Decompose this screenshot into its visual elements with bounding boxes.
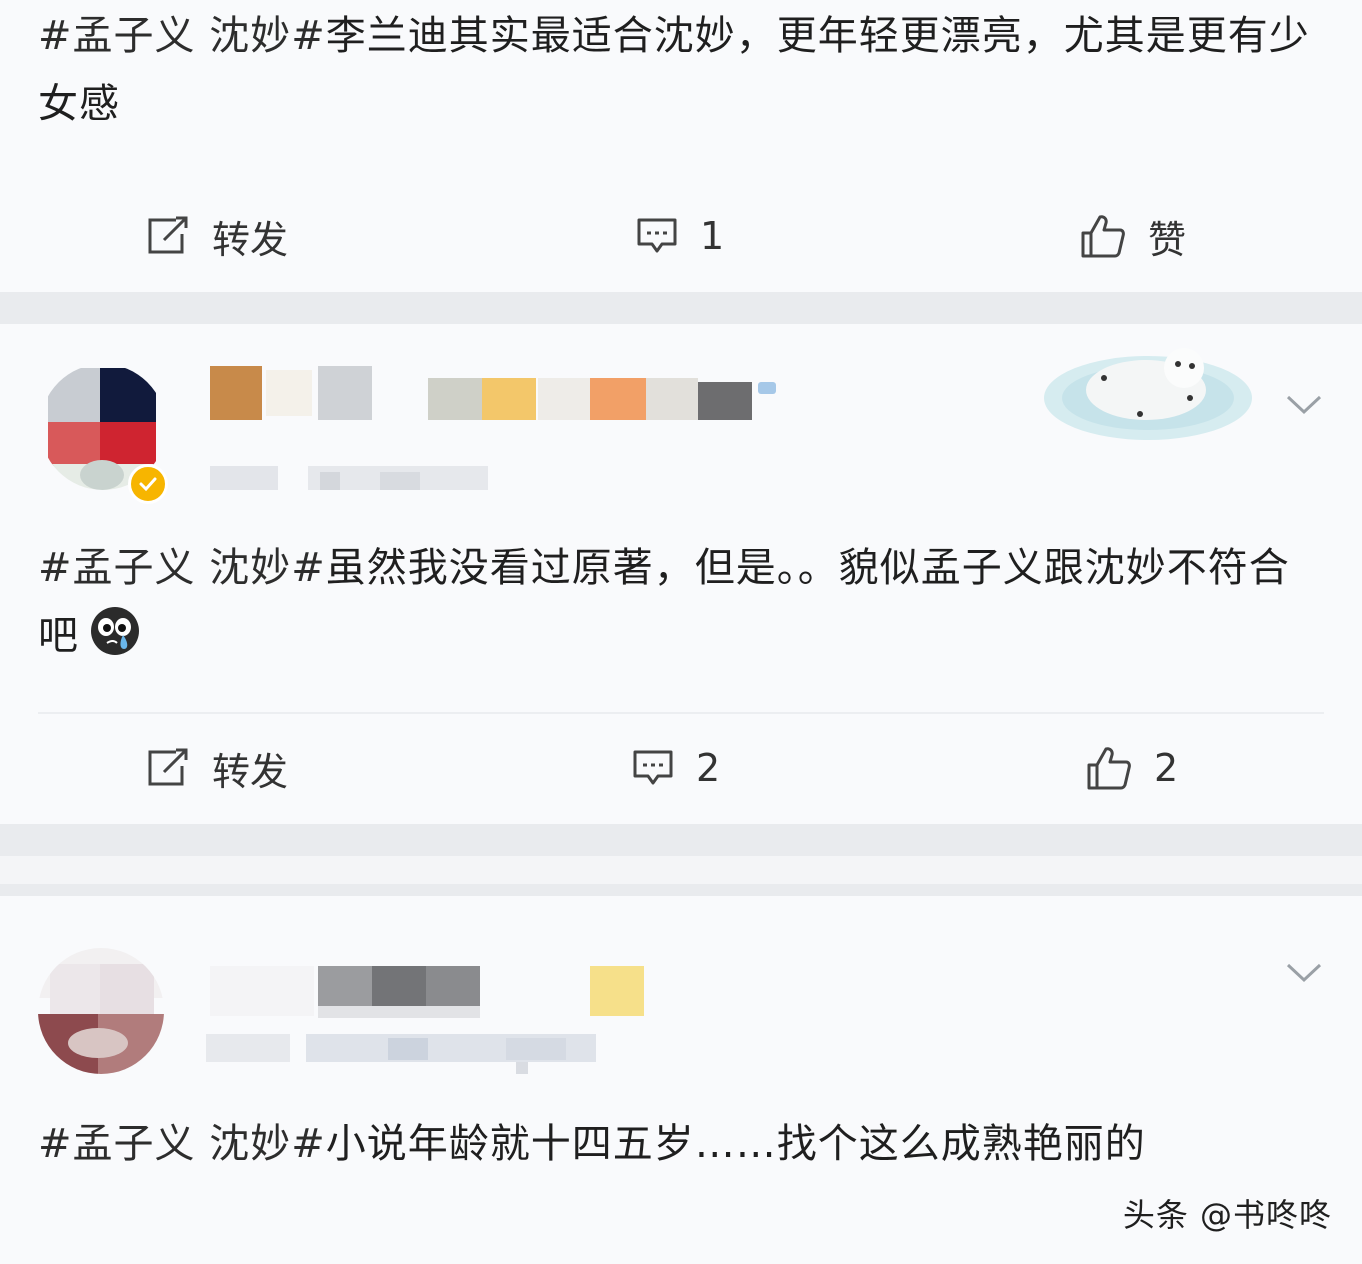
comment-count: 1 (700, 214, 725, 258)
topic-link[interactable]: #孟子义 沈妙# (38, 13, 326, 59)
comment-button[interactable]: 1 (636, 206, 724, 266)
repost-label: 转发 (212, 217, 289, 262)
spacer-strip (0, 856, 1362, 884)
verified-badge (128, 464, 168, 504)
cry-emoji-icon (91, 607, 139, 655)
post-separator (0, 824, 1362, 856)
post-separator (0, 884, 1362, 896)
actions-divider (38, 712, 1324, 714)
post-text: #孟子义 沈妙#虽然我没看过原著，但是。。貌似孟子义跟沈妙不符合吧 (38, 534, 1318, 670)
topic-link[interactable]: #孟子义 沈妙# (38, 545, 326, 591)
post-meta-blurred (210, 464, 500, 494)
topic-link[interactable]: #孟子义 沈妙# (38, 1121, 326, 1167)
check-icon (139, 477, 157, 492)
comment-count: 2 (696, 746, 721, 790)
like-label: 赞 (1148, 217, 1187, 262)
comment-icon (633, 750, 673, 785)
like-button[interactable]: 2 (1086, 738, 1178, 798)
repost-label: 转发 (212, 749, 289, 794)
username-blurred[interactable] (210, 962, 650, 1022)
like-count: 2 (1154, 746, 1179, 790)
like-button[interactable]: 赞 (1080, 206, 1186, 266)
repost-button[interactable]: 转发 (146, 206, 288, 266)
polar-bear-sticker (1040, 338, 1256, 448)
post-actions: 转发 2 2 (0, 738, 1362, 798)
thumbs-up-icon (1081, 215, 1125, 258)
post-actions: 转发 1 赞 (0, 206, 1362, 266)
post-meta-blurred (206, 1032, 606, 1076)
chevron-down-icon[interactable] (1286, 962, 1322, 984)
comment-icon (637, 218, 677, 253)
repost-icon (148, 748, 188, 786)
thumbs-up-icon (1087, 747, 1131, 790)
repost-button[interactable]: 转发 (146, 738, 288, 798)
post-card-2: #孟子义 沈妙#虽然我没看过原著，但是。。貌似孟子义跟沈妙不符合吧 转发 2 2 (0, 324, 1362, 824)
post-separator (0, 292, 1362, 324)
post-body: 小说年龄就十四五岁……找个这么成熟艳丽的 (325, 1121, 1146, 1167)
post-text: #孟子义 沈妙#小说年龄就十四五岁……找个这么成熟艳丽的 (38, 1110, 1318, 1178)
repost-icon (148, 216, 188, 254)
username-blurred[interactable] (210, 366, 790, 422)
avatar[interactable] (38, 948, 164, 1074)
post-card-1: #孟子义 沈妙#李兰迪其实最适合沈妙，更年轻更漂亮，尤其是更有少女感 转发 1 … (0, 0, 1362, 292)
chevron-down-icon[interactable] (1286, 394, 1322, 416)
comment-button[interactable]: 2 (632, 738, 720, 798)
watermark: 头条 @书咚咚 (1122, 1196, 1332, 1234)
post-text: #孟子义 沈妙#李兰迪其实最适合沈妙，更年轻更漂亮，尤其是更有少女感 (38, 2, 1318, 138)
